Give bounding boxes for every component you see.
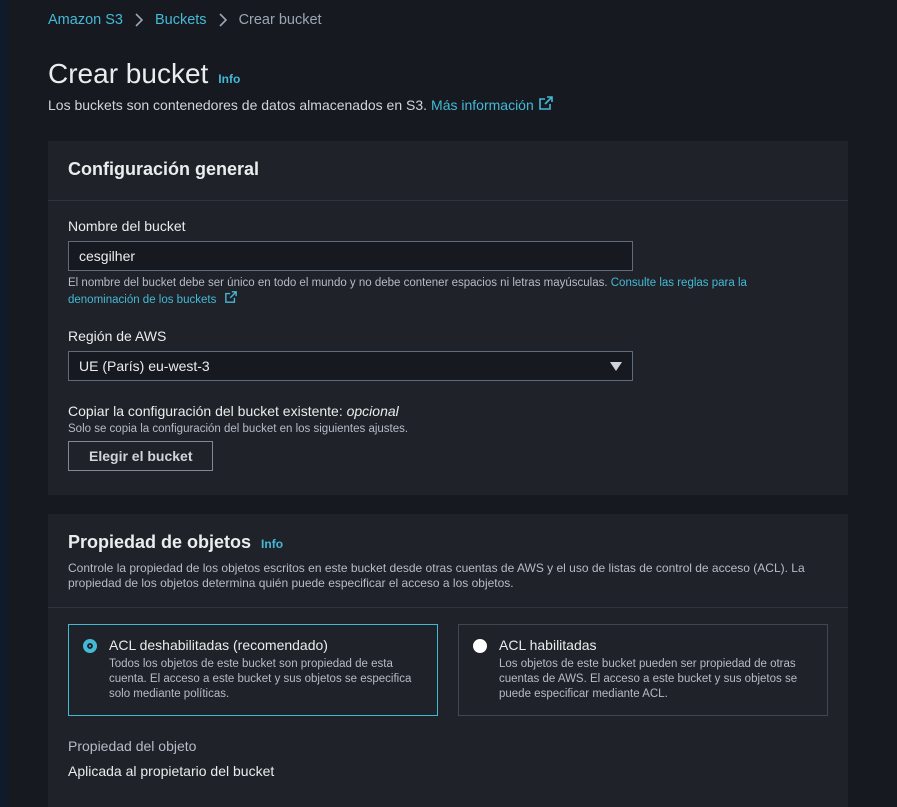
region-select[interactable]: UE (París) eu-west-3 <box>68 351 633 381</box>
chevron-right-icon <box>218 13 227 27</box>
copy-config-hint: Solo se copia la configuración del bucke… <box>68 423 409 435</box>
bucket-name-input[interactable]: cesgilher <box>68 241 633 271</box>
acl-disabled-title: ACL deshabilitadas (recomendado) <box>109 637 328 653</box>
acl-enabled-title: ACL habilitadas <box>499 637 597 653</box>
info-link[interactable]: Info <box>218 72 240 86</box>
object-ownership-description: Controle la propiedad de los objetos esc… <box>68 561 805 590</box>
acl-disabled-desc: Todos los objetos de este bucket son pro… <box>109 658 412 700</box>
acl-disabled-option[interactable]: ACL deshabilitadas (recomendado) Todos l… <box>68 624 438 716</box>
general-config-panel: Configuración general Nombre del bucket … <box>48 141 848 495</box>
external-link-icon <box>224 291 237 308</box>
page-header: Crear bucket Info <box>48 58 240 90</box>
object-ownership-title: Propiedad de objetos <box>68 532 252 552</box>
general-config-header: Configuración general <box>48 141 848 201</box>
chevron-right-icon <box>135 13 143 27</box>
copy-config-label: Copiar la configuración del bucket exist… <box>68 403 399 419</box>
page-subtitle: Los buckets son contenedores de datos al… <box>48 96 553 113</box>
object-ownership-value: Aplicada al propietario del bucket <box>68 763 275 779</box>
copy-config-optional: opcional <box>346 403 399 419</box>
region-label: Región de AWS <box>68 328 167 344</box>
breadcrumb-current: Crear bucket <box>238 12 322 28</box>
region-value: UE (París) eu-west-3 <box>79 358 210 374</box>
bucket-name-hint-text: El nombre del bucket debe ser único en t… <box>68 277 608 289</box>
radio-unselected[interactable] <box>473 639 487 653</box>
object-ownership-heading: Propiedad de objetos Info <box>68 532 828 553</box>
more-info-link[interactable]: Más información <box>431 96 553 113</box>
bucket-name-value: cesgilher <box>79 248 136 264</box>
breadcrumb-amazon-s3[interactable]: Amazon S3 <box>48 12 123 28</box>
radio-selected[interactable] <box>83 639 97 653</box>
object-ownership-label: Propiedad del objeto <box>68 738 197 754</box>
bucket-name-label: Nombre del bucket <box>68 218 186 234</box>
general-config-title: Configuración general <box>68 159 260 179</box>
acl-enabled-option[interactable]: ACL habilitadas Los objetos de este buck… <box>458 624 828 716</box>
caret-down-icon <box>610 358 622 374</box>
copy-config-text: Copiar la configuración del bucket exist… <box>68 403 343 419</box>
more-info-label: Más información <box>431 96 534 113</box>
bucket-name-hint: El nombre del bucket debe ser único en t… <box>68 276 808 308</box>
subtitle-text: Los buckets son contenedores de datos al… <box>48 96 428 113</box>
object-ownership-panel: Propiedad de objetos Info Controle la pr… <box>48 514 848 807</box>
page-title: Crear bucket <box>48 58 209 89</box>
external-link-icon <box>538 96 553 113</box>
page: Amazon S3 Buckets Crear bucket Crear buc… <box>0 0 897 807</box>
object-ownership-header: Propiedad de objetos Info Controle la pr… <box>48 514 848 608</box>
choose-bucket-button[interactable]: Elegir el bucket <box>68 441 214 471</box>
acl-enabled-desc: Los objetos de este bucket pueden ser pr… <box>499 658 798 700</box>
breadcrumb-buckets[interactable]: Buckets <box>155 12 207 28</box>
breadcrumb: Amazon S3 Buckets Crear bucket <box>48 12 322 28</box>
ownership-info-link[interactable]: Info <box>261 537 283 551</box>
